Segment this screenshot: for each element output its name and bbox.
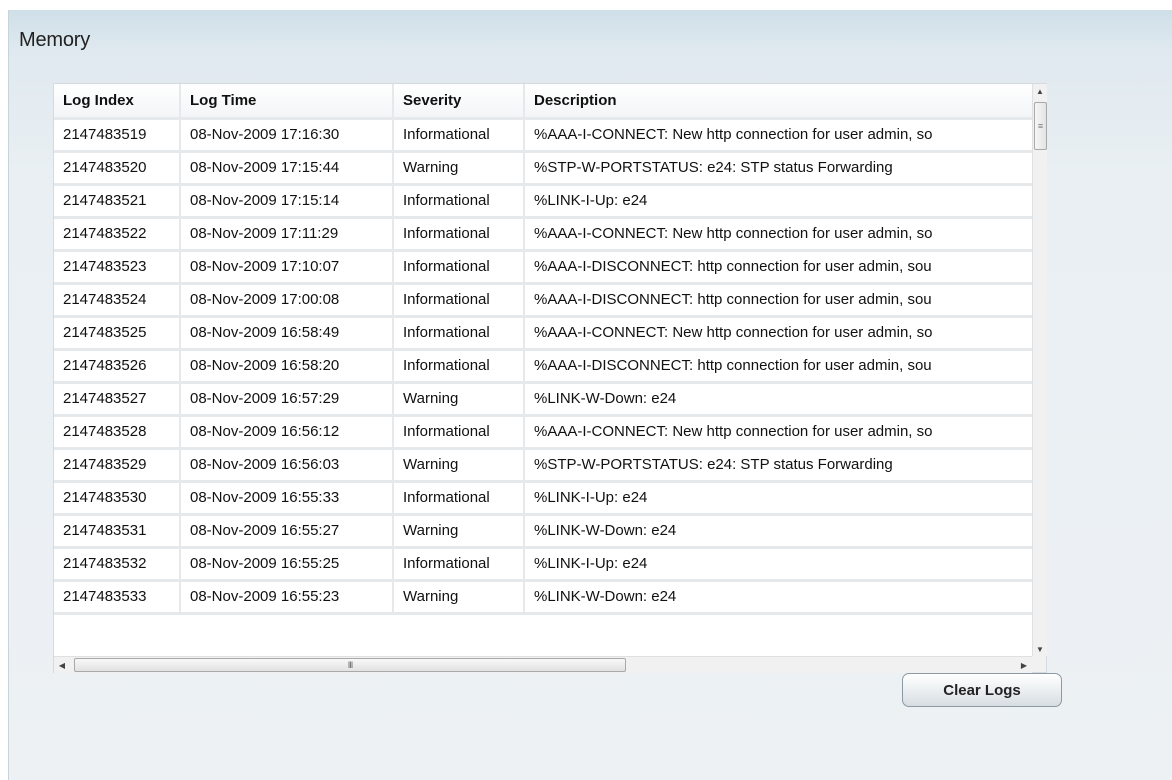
log-time-cell: 08-Nov-2009 16:56:03 [180,448,394,483]
severity-cell: Informational [393,547,525,582]
log-index-cell: 2147483532 [54,547,181,582]
log-index-cell: 2147483530 [54,481,181,516]
description-cell: %LINK-I-Up: e24 [524,184,1032,219]
panel-title: Memory [19,29,91,51]
column-header-log-index[interactable]: Log Index [54,84,181,120]
log-table-body: 2147483519 08-Nov-2009 17:16:30 Informatio… [54,118,1032,615]
log-index-cell: 2147483524 [54,283,181,318]
log-time-cell: 08-Nov-2009 16:58:20 [180,349,394,384]
description-cell: %AAA-I-CONNECT: New http connection for … [524,217,1032,252]
severity-cell: Warning [393,151,525,186]
table-row[interactable]: 2147483528 08-Nov-2009 16:56:12 Informatio… [54,415,1032,450]
severity-cell: Warning [393,382,525,417]
arrow-right-icon[interactable]: ▶ [1016,657,1032,673]
log-time-cell: 08-Nov-2009 16:56:12 [180,415,394,450]
table-row[interactable]: 2147483532 08-Nov-2009 16:55:25 Informatio… [54,547,1032,582]
table-row[interactable]: 2147483525 08-Nov-2009 16:58:49 Informatio… [54,316,1032,351]
log-time-cell: 08-Nov-2009 17:15:14 [180,184,394,219]
log-index-cell: 2147483519 [54,118,181,153]
log-grid-viewport: Log Index Log Time Severity Description … [54,84,1032,656]
log-index-cell: 2147483520 [54,151,181,186]
log-time-cell: 08-Nov-2009 16:55:23 [180,580,394,615]
log-index-cell: 2147483529 [54,448,181,483]
log-table: Log Index Log Time Severity Description … [54,84,1032,615]
description-cell: %STP-W-PORTSTATUS: e24: STP status Forwa… [524,448,1032,483]
severity-cell: Informational [393,250,525,285]
description-cell: %LINK-I-Up: e24 [524,481,1032,516]
description-cell: %AAA-I-DISCONNECT: http connection for u… [524,283,1032,318]
severity-cell: Informational [393,316,525,351]
log-time-cell: 08-Nov-2009 16:58:49 [180,316,394,351]
description-cell: %LINK-I-Up: e24 [524,547,1032,582]
log-index-cell: 2147483533 [54,580,181,615]
log-index-cell: 2147483528 [54,415,181,450]
table-row[interactable]: 2147483519 08-Nov-2009 17:16:30 Informatio… [54,118,1032,153]
severity-cell: Warning [393,580,525,615]
scrollbar-corner [1032,656,1046,672]
table-row[interactable]: 2147483521 08-Nov-2009 17:15:14 Informatio… [54,184,1032,219]
table-row[interactable]: 2147483526 08-Nov-2009 16:58:20 Informatio… [54,349,1032,384]
clear-logs-button[interactable]: Clear Logs [902,673,1062,707]
log-index-cell: 2147483527 [54,382,181,417]
log-time-cell: 08-Nov-2009 16:55:33 [180,481,394,516]
table-row[interactable]: 2147483523 08-Nov-2009 17:10:07 Informatio… [54,250,1032,285]
log-time-cell: 08-Nov-2009 17:00:08 [180,283,394,318]
description-cell: %AAA-I-DISCONNECT: http connection for u… [524,250,1032,285]
log-time-cell: 08-Nov-2009 17:15:44 [180,151,394,186]
severity-cell: Informational [393,118,525,153]
log-index-cell: 2147483526 [54,349,181,384]
severity-cell: Informational [393,217,525,252]
table-row[interactable]: 2147483524 08-Nov-2009 17:00:08 Informatio… [54,283,1032,318]
log-time-cell: 08-Nov-2009 17:11:29 [180,217,394,252]
memory-panel: Memory Log Index Log Time Severity Descr… [8,10,1172,780]
severity-cell: Warning [393,448,525,483]
horizontal-scroll-thumb[interactable]: III [74,658,626,672]
vertical-scroll-thumb[interactable]: ≡ [1034,102,1047,150]
arrow-up-icon[interactable]: ▲ [1033,84,1047,98]
log-time-cell: 08-Nov-2009 16:55:27 [180,514,394,549]
log-index-cell: 2147483531 [54,514,181,549]
log-grid: Log Index Log Time Severity Description … [53,83,1047,673]
description-cell: %AAA-I-CONNECT: New http connection for … [524,316,1032,351]
log-index-cell: 2147483523 [54,250,181,285]
arrow-left-icon[interactable]: ◀ [54,657,70,673]
table-row[interactable]: 2147483531 08-Nov-2009 16:55:27 Warning %LI… [54,514,1032,549]
column-header-severity[interactable]: Severity [393,84,525,120]
table-row[interactable]: 2147483522 08-Nov-2009 17:11:29 Informatio… [54,217,1032,252]
log-index-cell: 2147483521 [54,184,181,219]
horizontal-scrollbar[interactable]: ◀ III ▶ [54,656,1032,673]
log-time-cell: 08-Nov-2009 17:16:30 [180,118,394,153]
description-cell: %AAA-I-CONNECT: New http connection for … [524,118,1032,153]
table-row[interactable]: 2147483529 08-Nov-2009 16:56:03 Warning %ST… [54,448,1032,483]
description-cell: %AAA-I-CONNECT: New http connection for … [524,415,1032,450]
severity-cell: Informational [393,283,525,318]
severity-cell: Informational [393,415,525,450]
arrow-down-icon[interactable]: ▼ [1033,642,1047,656]
table-row[interactable]: 2147483520 08-Nov-2009 17:15:44 Warning %ST… [54,151,1032,186]
description-cell: %AAA-I-DISCONNECT: http connection for u… [524,349,1032,384]
severity-cell: Informational [393,349,525,384]
severity-cell: Informational [393,184,525,219]
log-index-cell: 2147483522 [54,217,181,252]
table-row[interactable]: 2147483530 08-Nov-2009 16:55:33 Informatio… [54,481,1032,516]
severity-cell: Informational [393,481,525,516]
table-row[interactable]: 2147483527 08-Nov-2009 16:57:29 Warning %LI… [54,382,1032,417]
description-cell: %LINK-W-Down: e24 [524,382,1032,417]
table-row[interactable]: 2147483533 08-Nov-2009 16:55:23 Warning %LI… [54,580,1032,615]
description-cell: %LINK-W-Down: e24 [524,580,1032,615]
table-header-row: Log Index Log Time Severity Description [54,84,1032,120]
description-cell: %STP-W-PORTSTATUS: e24: STP status Forwa… [524,151,1032,186]
log-time-cell: 08-Nov-2009 16:57:29 [180,382,394,417]
column-header-description[interactable]: Description [524,84,1032,120]
severity-cell: Warning [393,514,525,549]
log-time-cell: 08-Nov-2009 17:10:07 [180,250,394,285]
description-cell: %LINK-W-Down: e24 [524,514,1032,549]
column-header-log-time[interactable]: Log Time [180,84,394,120]
log-index-cell: 2147483525 [54,316,181,351]
log-time-cell: 08-Nov-2009 16:55:25 [180,547,394,582]
vertical-scrollbar[interactable]: ▲ ≡ ▼ [1032,84,1047,656]
